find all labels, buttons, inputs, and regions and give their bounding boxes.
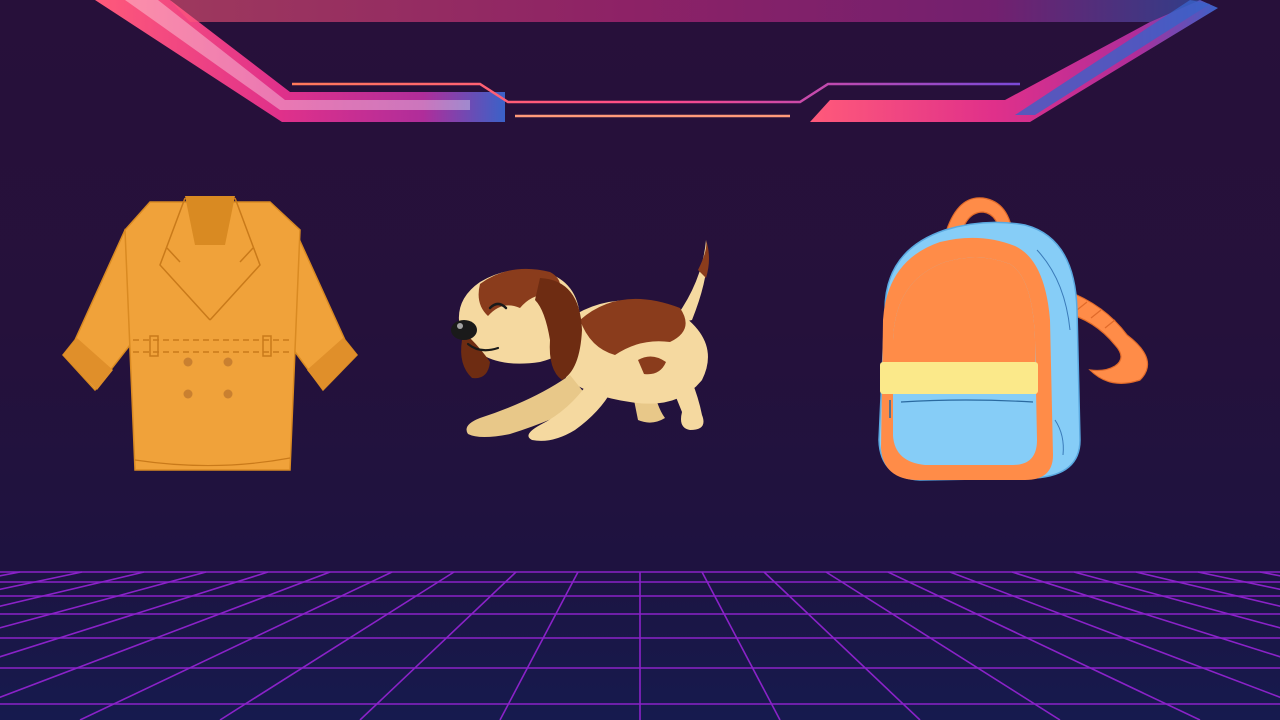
dog-icon — [451, 240, 709, 441]
coat-icon — [62, 196, 358, 471]
neon-header-frame — [95, 0, 1218, 122]
slide-canvas — [0, 0, 1280, 720]
perspective-floor-grid — [0, 570, 1280, 720]
backpack-icon — [878, 197, 1149, 481]
